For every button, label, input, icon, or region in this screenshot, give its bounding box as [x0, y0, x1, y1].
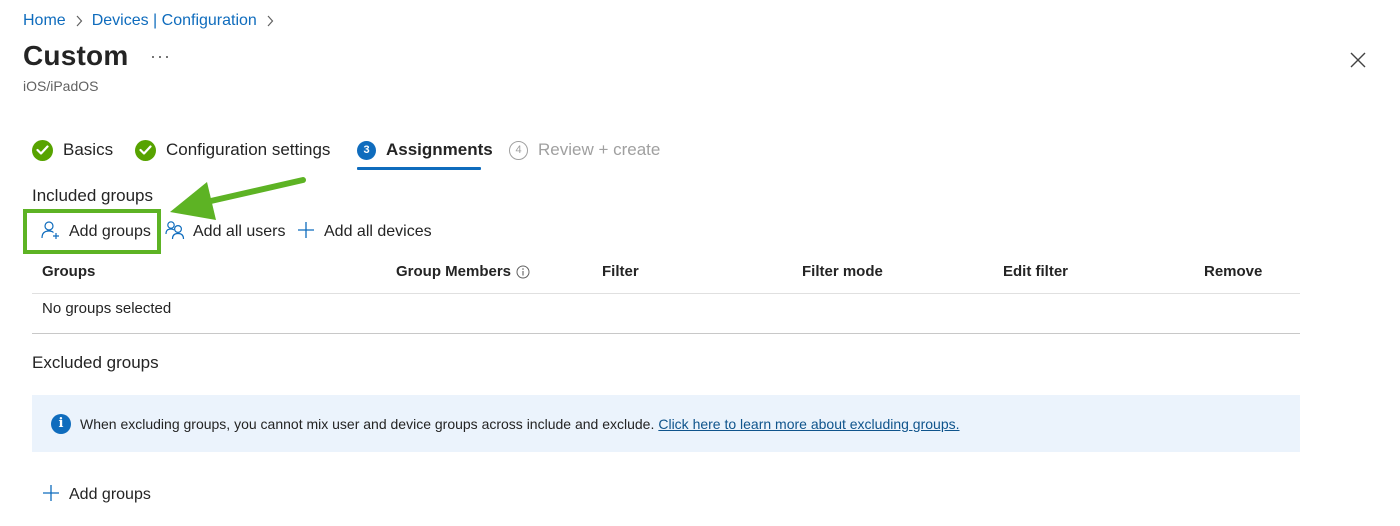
empty-groups-message: No groups selected	[42, 300, 172, 317]
annotation-highlight-box	[23, 209, 161, 254]
breadcrumb-devices-configuration[interactable]: Devices | Configuration	[92, 12, 257, 30]
page-subtitle: iOS/iPadOS	[23, 78, 99, 94]
column-header-group-members: Group Members	[396, 263, 530, 280]
checkmark-icon	[135, 139, 156, 161]
step-label: Configuration settings	[166, 140, 331, 159]
column-header-group-members-label: Group Members	[396, 263, 512, 280]
excluded-add-groups-button[interactable]: Add groups	[41, 483, 151, 507]
breadcrumb-home[interactable]: Home	[23, 12, 66, 30]
step-label: Basics	[63, 140, 114, 159]
table-bottom-divider	[32, 333, 1300, 334]
column-header-filter: Filter	[602, 263, 639, 280]
excluded-add-groups-label: Add groups	[69, 486, 151, 503]
step-number-badge: 4	[509, 140, 528, 160]
column-header-groups: Groups	[42, 263, 96, 280]
info-banner: i When excluding groups, you cannot mix …	[32, 395, 1300, 452]
step-configuration-settings[interactable]: Configuration settings	[135, 138, 330, 162]
step-review-create[interactable]: 4 Review + create	[509, 138, 660, 162]
learn-more-link[interactable]: Click here to learn more about excluding…	[658, 416, 959, 432]
chevron-right-icon	[266, 15, 274, 27]
step-basics[interactable]: Basics	[32, 138, 113, 162]
step-label: Review + create	[538, 140, 661, 159]
step-label: Assignments	[386, 140, 493, 159]
excluded-groups-heading: Excluded groups	[32, 353, 159, 372]
column-header-remove: Remove	[1204, 263, 1263, 280]
breadcrumb: Home Devices | Configuration	[23, 10, 283, 32]
plus-icon	[41, 483, 69, 508]
more-icon[interactable]: ···	[150, 46, 171, 67]
included-groups-heading: Included groups	[32, 186, 153, 205]
add-all-devices-label: Add all devices	[324, 223, 432, 240]
active-step-indicator	[357, 167, 481, 170]
step-assignments[interactable]: 3 Assignments	[357, 138, 493, 162]
close-icon[interactable]	[1349, 51, 1367, 69]
add-all-devices-button[interactable]: Add all devices	[296, 220, 432, 244]
chevron-right-icon	[75, 15, 83, 27]
column-header-filter-mode: Filter mode	[802, 263, 883, 280]
info-icon[interactable]	[516, 265, 530, 279]
column-header-edit-filter: Edit filter	[1003, 263, 1069, 280]
page-title: Custom	[23, 40, 129, 71]
arrow-annotation	[170, 177, 306, 220]
table-header-divider	[32, 293, 1300, 294]
info-banner-text: When excluding groups, you cannot mix us…	[80, 415, 655, 432]
info-icon: i	[51, 413, 71, 434]
step-number-badge: 3	[357, 140, 376, 160]
checkmark-icon	[32, 139, 53, 161]
